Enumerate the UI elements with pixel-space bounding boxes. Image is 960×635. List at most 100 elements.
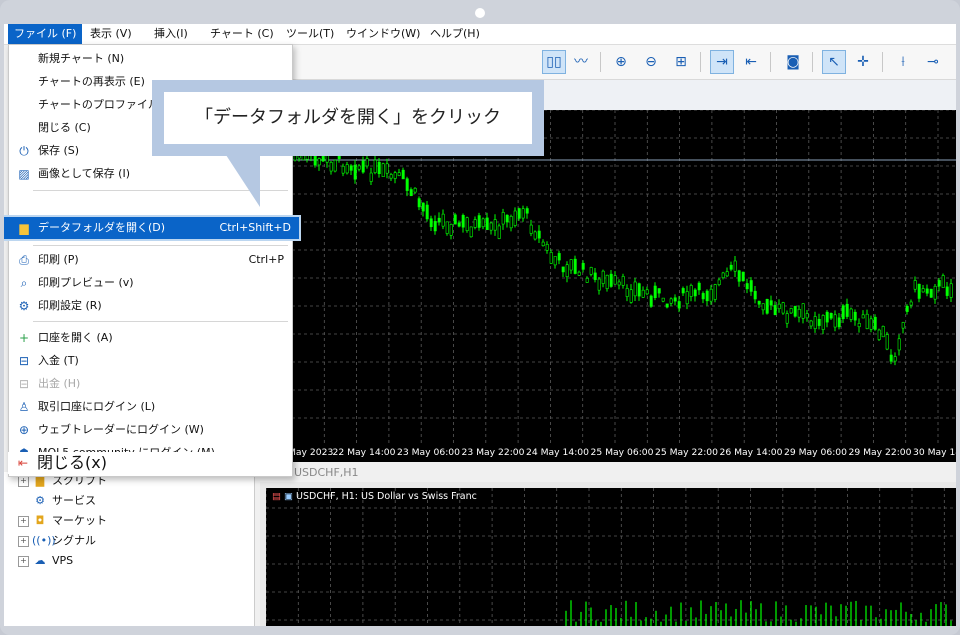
candle-body (573, 258, 577, 274)
menu-chart[interactable]: チャート (C) (204, 24, 280, 44)
chart2-tab[interactable]: USDCHF,H1 (292, 464, 956, 482)
chart-flag-icon: ▤ (272, 491, 281, 502)
screenshot-icon[interactable]: ◙ (782, 51, 804, 73)
zoom-out-icon[interactable]: ⊖ (640, 51, 662, 73)
candle-body (433, 221, 437, 232)
menu-item-print-setup[interactable]: ⚙ 印刷設定 (R) (9, 295, 292, 317)
candle-body (421, 202, 425, 212)
menu-tools[interactable]: ツール(T) (280, 24, 340, 44)
candle-body (589, 267, 593, 275)
save-icon: ⏻ (19, 144, 29, 158)
candle-body (809, 320, 813, 327)
menu-insert[interactable]: 挿入(I) (148, 24, 194, 44)
candle-body (521, 208, 525, 219)
zoom-in-icon[interactable]: ⊕ (610, 51, 632, 73)
candle-body (637, 283, 641, 297)
time-axis-label: 25 May 06:00 (590, 447, 654, 458)
candle-body (821, 315, 825, 330)
expand-icon[interactable]: + (18, 475, 29, 487)
candle-body (805, 313, 809, 319)
time-axis-label: 29 May 22:00 (848, 447, 912, 458)
candle-body (677, 301, 681, 309)
menu-item-new-chart[interactable]: 新規チャート (N) (9, 48, 292, 70)
expand-icon[interactable]: + (18, 555, 29, 567)
candle-body (541, 241, 545, 247)
candle-body (377, 161, 381, 175)
candle-body (569, 259, 573, 271)
candle-body (529, 224, 533, 234)
gear-icon: ⚙ (35, 494, 45, 507)
candle-body (837, 317, 841, 328)
menu-item-print-preview[interactable]: ⌕ 印刷プレビュー (v) (9, 272, 292, 294)
time-axis: May 2023 22 May 14:00 23 May 06:00 23 May 2… (288, 444, 956, 462)
candle-body (641, 289, 645, 298)
candle-body (849, 308, 853, 320)
menu-view[interactable]: 表示 (V) (84, 24, 138, 44)
candle-body (829, 313, 833, 319)
candle-body (861, 314, 865, 319)
time-axis-label: 29 May 06:00 (784, 447, 848, 458)
candle-body (865, 313, 869, 329)
candle-body (873, 316, 877, 330)
printer-icon: ⎙ (19, 253, 29, 267)
candle-body (737, 270, 741, 282)
chart-eurusd[interactable] (291, 109, 956, 444)
grid-icon[interactable]: ⊞ (670, 51, 692, 73)
chart-usdchf[interactable]: ▤ ▣ USDCHF, H1: US Dollar vs Swiss Franc (265, 488, 956, 626)
candle-body (329, 162, 333, 172)
candle-body (441, 213, 445, 227)
chart-shift-icon[interactable]: ⇤ (740, 51, 762, 73)
candle-body (909, 301, 913, 306)
menu-item-login-trade-account[interactable]: ♙ 取引口座にログイン (L) (9, 396, 292, 418)
menu-separator (33, 245, 288, 246)
candle-body (917, 283, 921, 299)
auto-scroll-icon[interactable]: ⇥ (710, 50, 734, 74)
candle-body (461, 215, 465, 228)
menu-item-deposit[interactable]: ⊟ 入金 (T) (9, 350, 292, 372)
expand-icon[interactable]: + (18, 535, 29, 547)
candle-body (769, 300, 773, 306)
expand-icon[interactable]: + (18, 515, 29, 527)
candle-body (693, 289, 697, 297)
candle-body (549, 252, 553, 264)
vertical-line-icon[interactable]: ⟊ (892, 51, 914, 73)
candle-body (665, 303, 669, 308)
menu-item-open-account[interactable]: + 口座を開く (A) (9, 327, 292, 349)
candle-body (729, 264, 733, 270)
menu-item-open-data-folder[interactable]: ▆ データフォルダを開く(D) Ctrl+Shift+D (4, 217, 299, 239)
candle-body (661, 297, 665, 302)
nav-item-services[interactable]: ⚙ サービス (32, 492, 96, 510)
candle-body (745, 283, 749, 290)
candle-body (369, 172, 373, 182)
crosshair-icon[interactable]: ✛ (852, 51, 874, 73)
horizontal-line-icon[interactable]: ⊸ (922, 51, 944, 73)
candle-body (465, 217, 469, 231)
line-chart-icon[interactable]: 〰 (570, 51, 592, 73)
cursor-icon[interactable]: ↖ (822, 50, 846, 74)
menu-window[interactable]: ウインドウ(W) (340, 24, 426, 44)
candle-body (533, 231, 537, 240)
menu-item-login-webtrader[interactable]: ⊕ ウェブトレーダーにログイン (W) (9, 419, 292, 441)
nav-item-signals[interactable]: + ((•))シグナル (18, 532, 96, 550)
time-axis-label: 24 May 14:00 (526, 447, 590, 458)
candle-body (785, 313, 789, 324)
candle-body (817, 318, 821, 326)
candlestick-chart-icon[interactable]: ▯▯ (542, 50, 566, 74)
menu-help[interactable]: ヘルプ(H) (424, 24, 486, 44)
menu-file[interactable]: ファイル (F) (8, 24, 83, 44)
nav-item-vps[interactable]: + ☁ VPS (18, 552, 73, 570)
globe-icon: ⊕ (18, 423, 30, 437)
candle-body (457, 222, 461, 227)
candle-body (933, 285, 937, 300)
menu-separator (33, 321, 288, 322)
signal-icon: ((•)) (32, 534, 56, 547)
toolbar-separator (600, 52, 601, 72)
nav-item-market[interactable]: + ◘ マーケット (18, 512, 107, 530)
candle-body (733, 260, 737, 272)
menu-item-exit[interactable]: ⇤ 閉じる(x) (8, 452, 291, 474)
candle-body (617, 281, 621, 286)
instruction-callout: 「データフォルダを開く」をクリック (152, 80, 544, 156)
volume-chart-svg (265, 488, 956, 626)
menu-item-print[interactable]: ⎙ 印刷 (P) Ctrl+P (9, 249, 292, 271)
candle-body (601, 270, 605, 284)
